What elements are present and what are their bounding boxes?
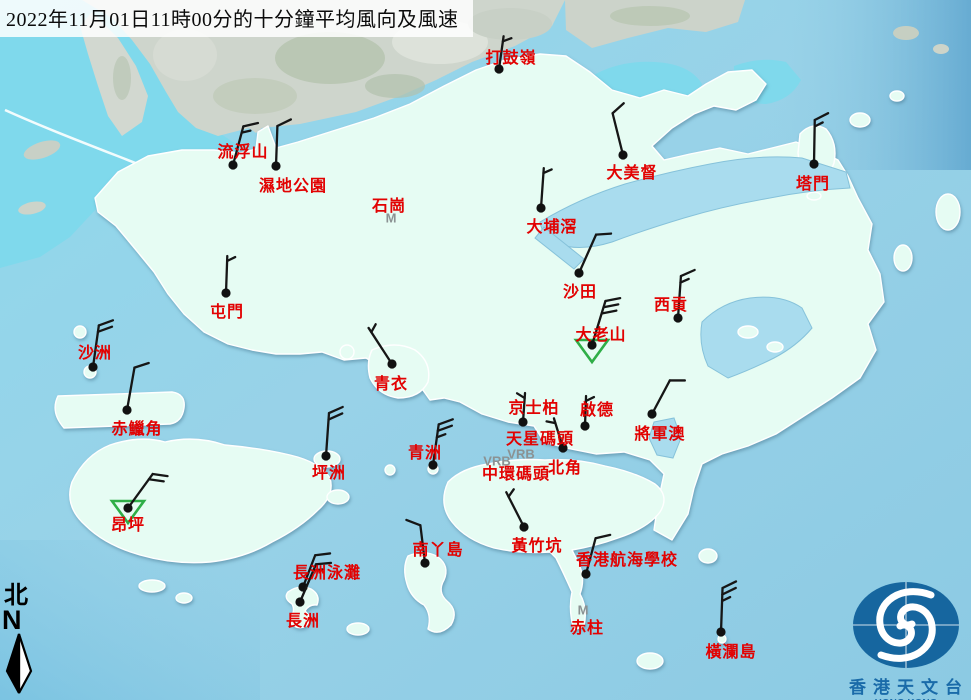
wind-barb-full [315,553,330,555]
station-cheung-chau-beach [298,553,330,591]
wind-barb-full [329,413,343,419]
station-layer [0,0,971,700]
station-dot [321,451,330,460]
station-dot [88,362,97,371]
station-dot [716,627,725,636]
wind-barb-half [509,489,514,496]
station-dot [271,161,280,170]
wind-barb-full [596,234,611,235]
wind-barb-half [371,324,375,332]
station-tuen-mun [221,256,235,298]
station-north-point [547,418,568,452]
station-dot [387,359,396,368]
station-dot [580,421,589,430]
station-wong-chuk-hang [506,489,528,531]
wind-barb-full [722,588,735,595]
wind-barb-full [99,320,113,325]
hko-logo: 香港天文台 HONG KONG OBSERVATORY [841,580,971,700]
wind-barb-full [681,270,695,276]
wind-barb-full [604,304,619,307]
compass-needle-icon [2,633,36,695]
wind-barb-staff [276,126,277,166]
wind-barb-half [313,569,322,570]
station-waglan-island [716,581,736,636]
station-chek-lap-kok [122,363,148,415]
station-dot [618,150,627,159]
station-lau-fau-shan [228,123,258,170]
wind-barb-full [243,123,258,126]
station-dot [122,405,131,414]
station-sha-chau [88,320,113,371]
station-sha-tin [574,234,611,278]
station-green-island [428,419,452,469]
station-dot [295,597,304,606]
wind-barb-full [815,113,828,120]
wind-barb-full [149,479,164,481]
station-dot [574,268,583,277]
station-dot [581,569,590,578]
wind-barb-staff [579,235,596,273]
wind-barb-full [134,363,148,368]
station-kai-tak [580,396,594,431]
station-dot [673,313,682,322]
station-dot [587,340,596,349]
wind-barb-staff [652,380,670,414]
wind-barb-full [329,407,343,413]
wind-barb-full [98,327,112,332]
station-tai-mei-tuk [613,103,628,159]
wind-map: 打鼓嶺流浮山濕地公園大美督大埔滘塔門沙田西貢屯門沙洲大老山赤鱲角青衣坪洲青洲京士… [0,0,971,700]
wind-barb-full [277,119,290,126]
station-tates-cairn [587,298,620,349]
wind-barb-staff [586,538,596,574]
station-tai-po-kau [536,168,551,213]
north-label-en: N [2,608,42,633]
station-dot [518,417,527,426]
wind-barb-full [438,426,452,431]
station-kings-park [517,393,528,427]
wind-barb-full [605,298,620,301]
hko-logo-name-cn: 香港天文台 [847,673,971,698]
wind-barb-full [406,520,420,525]
station-dot [494,64,503,73]
station-ngong-ping [123,474,167,513]
wind-barb-half [517,393,525,398]
wind-barb-full [723,581,736,588]
map-title: 2022年11月01日11時00分的十分鐘平均風向及風速 [0,0,473,37]
station-tsing-yi [369,324,397,368]
station-hk-sea-school [581,535,610,579]
north-indicator: 北 N [2,584,42,700]
station-dot [558,443,567,452]
station-dot [228,160,237,169]
wind-barb-full [596,535,611,538]
station-dot [519,522,528,531]
station-tap-mun [809,113,828,168]
station-lamma-island [406,520,429,568]
wind-barb-staff [613,113,623,155]
wind-barb-staff [420,525,425,563]
wind-barb-full [316,563,331,564]
wind-barb-full [153,474,168,476]
wind-barb-full [439,419,453,424]
station-peng-chau [321,407,342,461]
station-dot [647,409,656,418]
station-dot [809,159,818,168]
station-dot [221,288,230,297]
hko-logo-icon [847,580,965,672]
station-ta-kwu-ling [494,36,511,73]
wind-barb-staff [369,328,392,364]
station-tseung-kwan-o [647,380,684,418]
station-dot [123,503,132,512]
station-sai-kung [673,270,694,323]
wind-barb-full [613,103,624,113]
station-dot [428,460,437,469]
wind-barb-staff [127,368,134,410]
station-dot [536,203,545,212]
wind-barb-full [602,311,617,314]
station-dot [420,558,429,567]
station-wetland-park [271,119,290,170]
